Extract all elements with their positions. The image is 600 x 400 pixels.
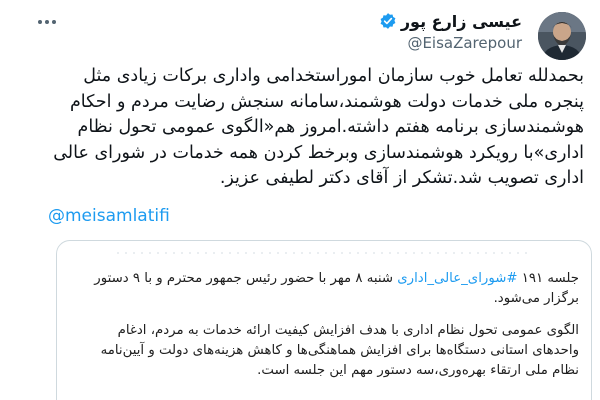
author-name[interactable]: عیسی زارع پور: [401, 12, 522, 31]
tweet-text: بحمدلله تعامل خوب سازمان اموراستخدامی وا…: [53, 66, 584, 188]
quoted-paragraph-1: جلسه ۱۹۱ #شورای_عالی_اداری شنبه ۸ مهر با…: [71, 269, 579, 309]
verified-badge-icon: [379, 12, 397, 30]
quoted-text-prefix: جلسه ۱۹۱: [517, 271, 579, 286]
more-horizontal-icon[interactable]: [36, 14, 58, 28]
author-handle[interactable]: @EisaZarepour: [379, 34, 522, 52]
hashtag-link[interactable]: #شورای_عالی_اداری: [397, 271, 517, 286]
quoted-tweet-card[interactable]: جلسه ۱۹۱ #شورای_عالی_اداری شنبه ۸ مهر با…: [56, 240, 592, 400]
quoted-text: جلسه ۱۹۱ #شورای_عالی_اداری شنبه ۸ مهر با…: [71, 269, 579, 393]
quoted-paragraph-2: الگوی عمومی تحول نظام اداری با هدف افزای…: [100, 323, 579, 378]
tweet-card[interactable]: عیسی زارع پور @EisaZarepour بحمدلله تعام…: [0, 0, 600, 400]
mention-link[interactable]: @meisamlatifi: [48, 206, 170, 226]
tweet-author[interactable]: عیسی زارع پور @EisaZarepour: [379, 10, 522, 52]
quoted-image-top: [57, 241, 591, 263]
avatar[interactable]: [538, 12, 586, 60]
